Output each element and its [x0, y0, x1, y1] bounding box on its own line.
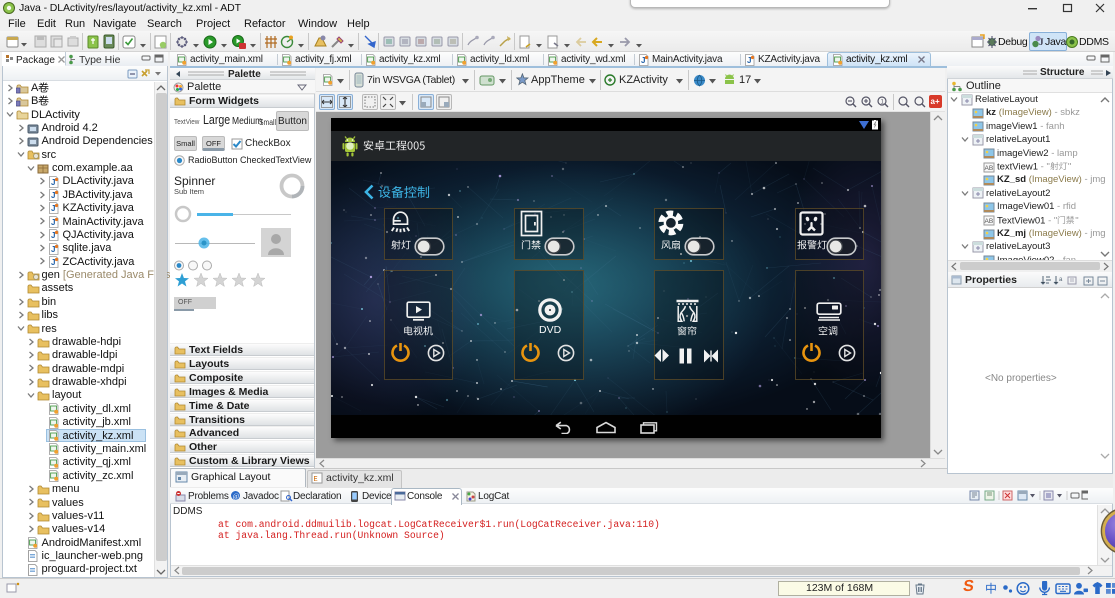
svg-text:J: J: [51, 218, 55, 227]
svg-text:@: @: [233, 492, 240, 500]
svg-text:J: J: [51, 245, 55, 254]
svg-text:J: J: [747, 56, 751, 65]
svg-text:a: a: [1059, 277, 1063, 283]
svg-text:E: E: [314, 476, 318, 484]
svg-text:J: J: [51, 191, 55, 200]
svg-text:J: J: [51, 231, 55, 240]
svg-text:AB: AB: [985, 218, 994, 225]
svg-text:AB: AB: [985, 165, 994, 172]
svg-text:J: J: [641, 56, 645, 65]
svg-text:J: J: [1039, 37, 1044, 47]
svg-text:J: J: [51, 258, 55, 267]
svg-text:J: J: [51, 178, 55, 187]
svg-text:J: J: [51, 204, 55, 213]
